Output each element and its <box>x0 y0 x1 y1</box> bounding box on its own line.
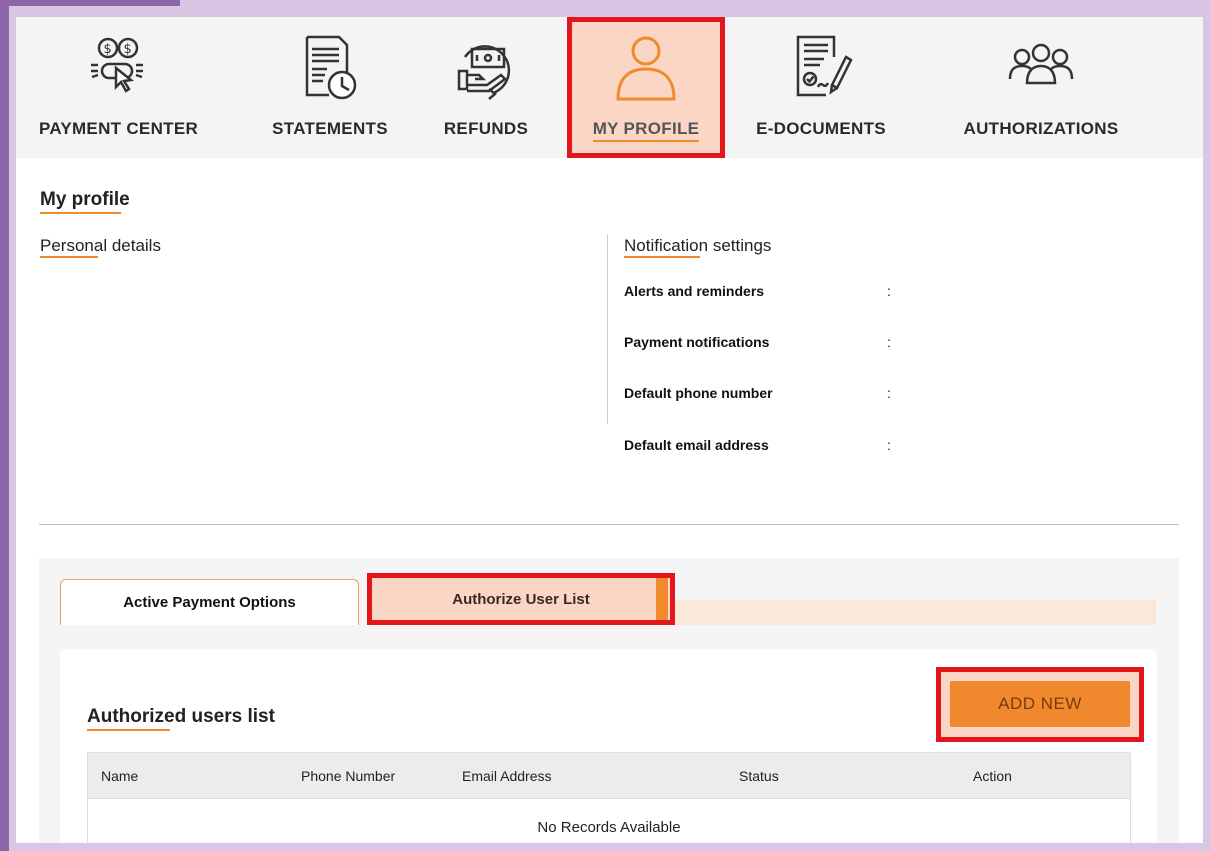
notif-phone-label: Default phone number <box>624 385 773 401</box>
nav-label: AUTHORIZATIONS <box>963 119 1119 138</box>
personal-details-title: Personal details <box>40 236 161 255</box>
nav-refunds[interactable]: REFUNDS <box>426 17 546 158</box>
window-frame-left <box>0 0 9 851</box>
tab-active-payment-options[interactable]: Active Payment Options <box>60 579 359 625</box>
notification-underline <box>624 256 700 258</box>
title-underline <box>40 212 121 214</box>
horizontal-divider <box>39 524 1179 525</box>
users-title-underline <box>87 729 170 731</box>
nav-e-documents[interactable]: E-DOCUMENTS <box>746 17 896 158</box>
table-body: No Records Available <box>87 799 1131 843</box>
notif-separator: : <box>887 437 891 453</box>
statement-clock-icon <box>305 35 357 100</box>
notification-settings-title: Notification settings <box>624 236 772 255</box>
col-action: Action <box>973 768 1012 784</box>
nav-label: STATEMENTS <box>272 119 388 138</box>
empty-message: No Records Available <box>537 819 681 836</box>
personal-underline <box>40 256 98 258</box>
col-phone: Phone Number <box>301 768 396 784</box>
nav-label: MY PROFILE <box>567 119 725 142</box>
svg-text:$: $ <box>103 42 111 57</box>
payment-icon: $ $ <box>90 37 143 93</box>
tab-authorize-user-list[interactable]: Authorize User List <box>367 573 675 625</box>
tab-accent <box>656 578 668 620</box>
svg-text:$: $ <box>123 42 131 57</box>
nav-label-text: MY PROFILE <box>592 119 700 142</box>
group-users-icon <box>1008 43 1074 85</box>
notif-separator: : <box>887 385 891 401</box>
page: $ $ PAYMENT CENTER STATEMENTS REFUNDS MY… <box>16 17 1203 843</box>
add-new-button[interactable]: ADD NEW <box>950 681 1130 727</box>
notif-alerts-label: Alerts and reminders <box>624 283 765 299</box>
nav-label: E-DOCUMENTS <box>756 119 886 138</box>
nav-statements[interactable]: STATEMENTS <box>248 17 412 158</box>
col-email: Email Address <box>462 768 552 784</box>
nav-label: REFUNDS <box>443 119 529 138</box>
users-list-title: Authorized users list <box>87 706 275 727</box>
section-divider <box>607 234 608 424</box>
nav-my-profile[interactable]: MY PROFILE <box>567 17 725 158</box>
notif-email-label: Default email address <box>624 437 769 453</box>
refund-hand-icon <box>457 45 511 100</box>
top-navigation: $ $ PAYMENT CENTER STATEMENTS REFUNDS MY… <box>16 17 1203 158</box>
notif-separator: : <box>887 334 891 350</box>
document-sign-icon <box>796 35 853 97</box>
table-header: Name Phone Number Email Address Status A… <box>87 752 1131 799</box>
nav-authorizations[interactable]: AUTHORIZATIONS <box>946 17 1136 158</box>
col-status: Status <box>739 768 779 784</box>
notif-payment-label: Payment notifications <box>624 334 770 350</box>
page-title: My profile <box>40 189 130 210</box>
window-frame-tab <box>0 0 180 6</box>
nav-label: PAYMENT CENTER <box>38 119 199 138</box>
notif-separator: : <box>887 283 891 299</box>
col-name: Name <box>101 768 139 784</box>
nav-payment-center[interactable]: $ $ PAYMENT CENTER <box>16 17 221 158</box>
user-profile-icon <box>616 36 676 101</box>
